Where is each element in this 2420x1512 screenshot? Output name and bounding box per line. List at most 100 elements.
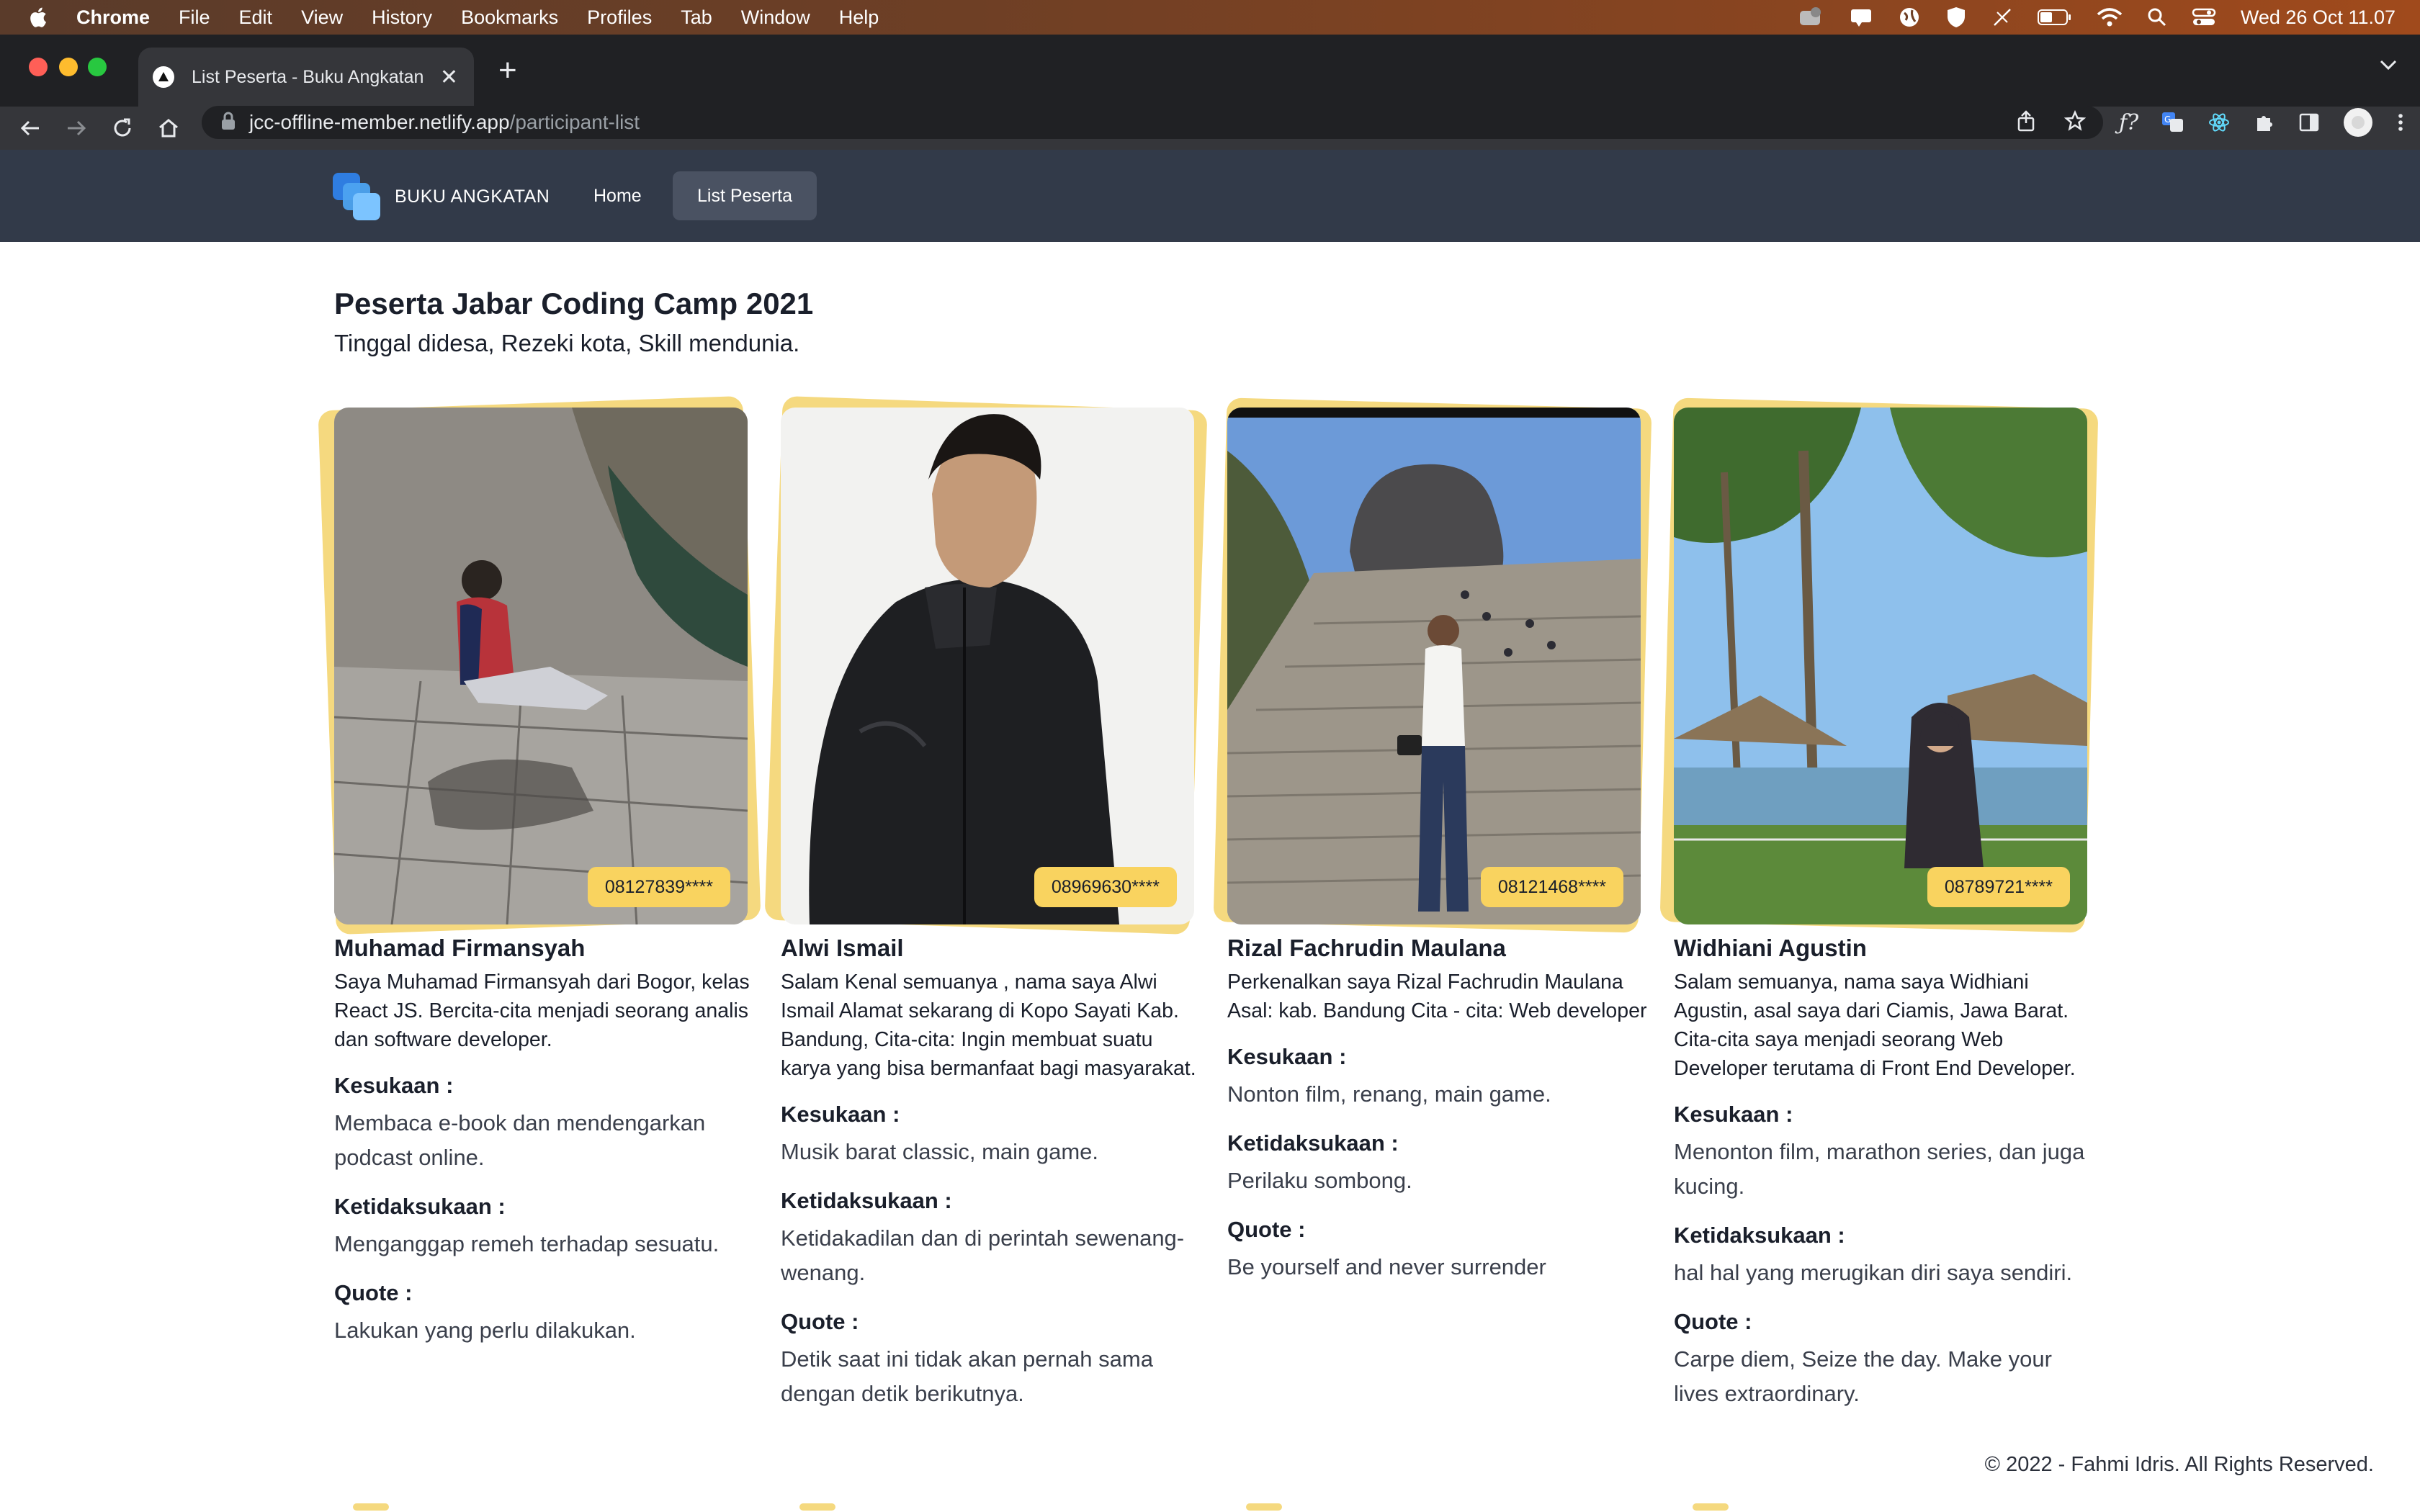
dislikes-value: Menganggap remeh terhadap sesuatu.	[334, 1231, 720, 1256]
participant-photo[interactable]	[781, 408, 1194, 924]
window-zoom-button[interactable]	[88, 58, 107, 76]
forward-arrow-icon[interactable]	[65, 107, 88, 150]
url-host: jcc-offline-member.netlify.app	[249, 111, 510, 133]
participant-bio: Salam Kenal semuanya , nama saya Alwi Is…	[781, 971, 1196, 1080]
url-text[interactable]: jcc-offline-member.netlify.app/participa…	[249, 111, 640, 134]
likes-label: Kesukaan :	[1674, 1102, 1793, 1127]
svg-text:G: G	[2164, 114, 2171, 125]
clock[interactable]: Wed 26 Oct 11.07	[2241, 6, 2396, 29]
next-card-frame-edge	[1693, 1503, 1729, 1511]
participant-name: Widhiani Agustin	[1674, 935, 1867, 961]
menu-edit[interactable]: Edit	[239, 6, 273, 29]
brand-name: BUKU ANGKATAN	[395, 186, 550, 207]
phone-badge: 08127839****	[587, 867, 730, 907]
quote-value: Be yourself and never surrender	[1227, 1254, 1546, 1279]
quote-label: Quote :	[334, 1280, 413, 1305]
macos-menu-bar: Chrome File Edit View History Bookmarks …	[0, 0, 2420, 35]
status-area: Wed 26 Oct 11.07	[1774, 0, 2396, 35]
phone-badge: 08789721****	[1927, 867, 2070, 907]
spotlight-search-icon[interactable]	[2147, 7, 2167, 27]
close-tab-icon[interactable]: ✕	[440, 65, 458, 90]
pen-slash-icon[interactable]	[1991, 6, 2013, 28]
menu-history[interactable]: History	[372, 6, 432, 29]
participant-photo[interactable]	[1227, 408, 1641, 924]
participant-bio: Salam semuanya, nama saya Widhiani Agust…	[1674, 971, 2076, 1080]
dislikes-value: hal hal yang merugikan diri saya sendiri…	[1674, 1260, 2073, 1285]
react-devtools-icon[interactable]	[2208, 112, 2231, 133]
globe-icon[interactable]	[1898, 6, 1921, 29]
likes-label: Kesukaan :	[334, 1073, 454, 1098]
dislikes-label: Ketidaksukaan :	[1674, 1223, 1845, 1248]
window-minimize-button[interactable]	[59, 58, 78, 76]
participant-card: 08789721**** Widhiani Agustin Salam semu…	[1659, 397, 2099, 1411]
likes-value: Menonton film, marathon series, dan juga…	[1674, 1139, 2085, 1199]
participant-name: Rizal Fachrudin Maulana	[1227, 935, 1506, 961]
back-arrow-icon[interactable]	[19, 107, 42, 150]
likes-label: Kesukaan :	[1227, 1044, 1347, 1069]
control-center-icon[interactable]	[2192, 7, 2216, 27]
menu-app-chrome[interactable]: Chrome	[76, 6, 150, 29]
quote-label: Quote :	[1227, 1217, 1306, 1242]
new-tab-button[interactable]: +	[498, 55, 517, 86]
menu-tab[interactable]: Tab	[681, 6, 712, 29]
brand-logo-icon	[333, 173, 380, 220]
tab-search-chevron-icon[interactable]	[2378, 58, 2398, 76]
notification-icon[interactable]	[1849, 6, 1873, 28]
phone-badge: 08121468****	[1480, 867, 1623, 907]
extensions-area: ƒ? G	[2096, 106, 2405, 139]
tab-title: List Peserta - Buku Angkatan	[192, 66, 424, 87]
photo-frame: 08789721****	[1659, 397, 2099, 933]
participant-name: Alwi Ismail	[781, 935, 904, 961]
menu-profiles[interactable]: Profiles	[587, 6, 652, 29]
photo-frame: 08969630****	[764, 395, 1208, 935]
share-icon[interactable]	[2017, 109, 2035, 135]
address-bar[interactable]: jcc-offline-member.netlify.app/participa…	[202, 106, 2103, 139]
next-card-frame-edge	[353, 1503, 389, 1511]
dislikes-label: Ketidaksukaan :	[334, 1194, 506, 1219]
reload-icon[interactable]	[111, 107, 134, 150]
formula-extension-icon[interactable]: ƒ?	[2119, 110, 2138, 135]
nav-list-peserta[interactable]: List Peserta	[673, 171, 817, 220]
menu-view[interactable]: View	[301, 6, 343, 29]
quote-value: Lakukan yang perlu dilakukan.	[334, 1318, 636, 1343]
app-badge-icon[interactable]	[1798, 6, 1824, 28]
tab-list-peserta[interactable]: List Peserta - Buku Angkatan ✕	[138, 48, 474, 107]
side-panel-icon[interactable]	[2298, 112, 2320, 133]
home-icon[interactable]	[157, 107, 180, 150]
translate-extension-icon[interactable]: G	[2161, 112, 2184, 133]
quote-value: Carpe diem, Seize the day. Make your liv…	[1674, 1346, 2052, 1406]
participant-photo[interactable]	[1674, 408, 2087, 924]
menu-file[interactable]: File	[179, 6, 210, 29]
window-close-button[interactable]	[29, 58, 48, 76]
menu-window[interactable]: Window	[741, 6, 810, 29]
quote-label: Quote :	[1674, 1309, 1752, 1334]
lock-icon[interactable]	[220, 112, 236, 134]
participant-card: 08127839**** Muhamad Firmansyah Saya Muh…	[318, 395, 761, 1348]
battery-icon[interactable]	[2037, 8, 2072, 27]
chrome-menu-icon[interactable]	[2396, 112, 2405, 133]
participant-photo[interactable]	[334, 408, 748, 924]
brand[interactable]: BUKU ANGKATAN	[333, 173, 550, 220]
wifi-icon[interactable]	[2097, 7, 2123, 27]
dislikes-label: Ketidaksukaan :	[1227, 1130, 1399, 1156]
likes-value: Nonton film, renang, main game.	[1227, 1081, 1551, 1107]
menu-help[interactable]: Help	[839, 6, 879, 29]
apple-icon[interactable]	[27, 6, 48, 29]
shield-icon[interactable]	[1945, 6, 1967, 29]
menu-bookmarks[interactable]: Bookmarks	[461, 6, 558, 29]
quote-label: Quote :	[781, 1309, 859, 1334]
page-subtitle: Tinggal didesa, Rezeki kota, Skill mendu…	[334, 330, 800, 356]
quote-value: Detik saat ini tidak akan pernah sama de…	[781, 1346, 1153, 1406]
likes-label: Kesukaan :	[781, 1102, 900, 1127]
likes-value: Membaca e-book dan mendengarkan podcast …	[334, 1110, 706, 1170]
participant-bio: Perkenalkan saya Rizal Fachrudin Maulana…	[1227, 971, 1647, 1022]
dislikes-value: Ketidakadilan dan di perintah sewenang-w…	[781, 1225, 1185, 1285]
dislikes-label: Ketidaksukaan :	[781, 1188, 952, 1213]
profile-avatar[interactable]	[2343, 107, 2373, 138]
next-card-frame-edge	[1246, 1503, 1282, 1511]
participant-bio: Saya Muhamad Firmansyah dari Bogor, kela…	[334, 971, 750, 1051]
extensions-puzzle-icon[interactable]	[2254, 112, 2275, 133]
bookmark-star-icon[interactable]	[2063, 109, 2087, 135]
phone-badge: 08969630****	[1034, 867, 1177, 907]
nav-home[interactable]: Home	[569, 171, 666, 220]
